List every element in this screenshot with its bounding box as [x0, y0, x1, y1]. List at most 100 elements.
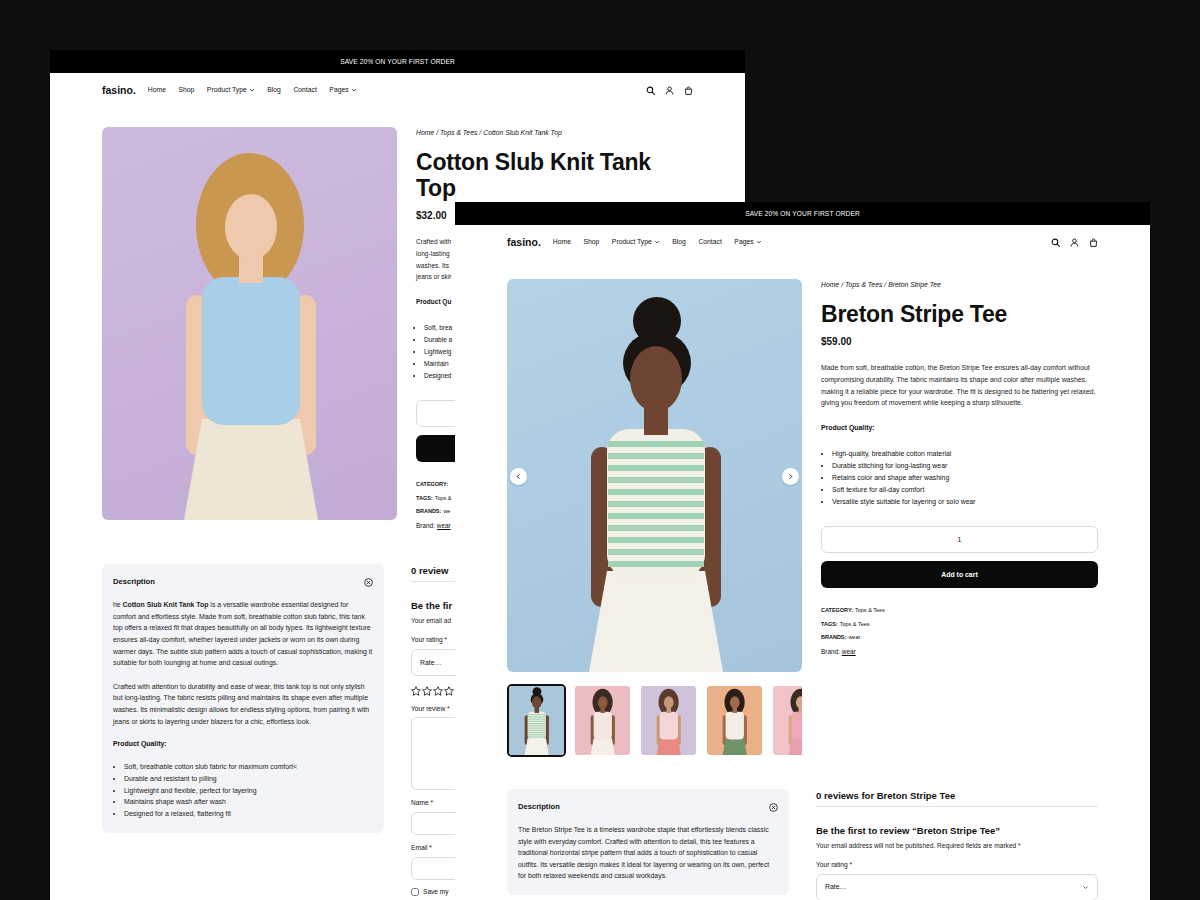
nav-link[interactable]: Blog: [672, 237, 686, 247]
nav-label: Shop: [178, 85, 194, 95]
announcement-bar: SAVE 20% ON YOUR FIRST ORDER: [455, 202, 1150, 225]
breadcrumb-link[interactable]: Home: [821, 281, 839, 288]
header-tools: [646, 86, 693, 95]
description-title: Description: [113, 576, 155, 588]
select-value: Rate…: [825, 882, 846, 892]
nav-label: Product Type: [207, 85, 247, 95]
user-icon[interactable]: [665, 86, 674, 95]
nav-label: Contact: [293, 85, 316, 95]
meta-label: TAGS:: [416, 495, 433, 501]
breadcrumb: Home/Tops & Tees/Breton Stripe Tee: [821, 279, 1098, 291]
quality-heading: Product Quality:: [821, 422, 1098, 434]
meta-value: Tops &: [435, 495, 452, 501]
close-icon[interactable]: [769, 803, 778, 812]
add-to-cart-button[interactable]: Add to cart: [821, 561, 1098, 588]
nav-label: Shop: [583, 237, 599, 247]
description-quality-item: Lightweight and flexible, perfect for la…: [124, 785, 373, 797]
rating-select[interactable]: Rate…: [816, 874, 1098, 900]
product-title: Breton Stripe Tee: [821, 301, 1098, 327]
meta-value: Tops & Tees: [855, 607, 885, 613]
close-icon[interactable]: [364, 578, 373, 587]
thumbnail[interactable]: [771, 684, 802, 757]
star-icon[interactable]: [433, 686, 443, 696]
star-icon[interactable]: [411, 686, 421, 696]
chevron-down-icon: [1082, 884, 1089, 891]
main-menu: Home Shop Product Type Blog Contact Pages: [553, 237, 762, 247]
search-icon[interactable]: [1051, 238, 1060, 247]
product-photo: [102, 127, 397, 520]
star-icon[interactable]: [444, 686, 454, 696]
meta-line: CATEGORY:Tops & Tees: [821, 604, 1098, 618]
nav-link[interactable]: Contact: [293, 85, 316, 95]
quality-item: Retains color and shape after washing: [832, 472, 1098, 484]
nav-link[interactable]: Shop: [178, 85, 194, 95]
user-icon[interactable]: [1070, 238, 1079, 247]
meta-label: TAGS:: [821, 621, 838, 627]
select-value: Rate…: [420, 658, 441, 668]
nav-link[interactable]: Shop: [583, 237, 599, 247]
nav-link[interactable]: Pages: [734, 237, 761, 247]
shopping-bag-icon[interactable]: [1089, 238, 1098, 247]
site-header: fasino. Home Shop Product Type Blog Contact Pa…: [455, 225, 1150, 259]
previous-image-button[interactable]: [510, 468, 527, 485]
header-tools: [1051, 238, 1098, 247]
logo[interactable]: fasino.: [102, 83, 136, 97]
reviews-heading: 0 reviews for Breton Stripe Tee: [816, 789, 1098, 807]
save-checkbox[interactable]: [411, 888, 419, 896]
summary-text: Made from soft, breathable cotton, the B…: [821, 362, 1098, 409]
description-text: is a versatile wardrobe essential design…: [113, 601, 372, 666]
nav-label: Home: [553, 237, 571, 247]
meta-label: Brand:: [416, 522, 435, 529]
thumbnail[interactable]: [639, 684, 698, 757]
nav-link[interactable]: Contact: [698, 237, 721, 247]
chevron-down-icon: [351, 87, 357, 93]
announcement-text: SAVE 20% ON YOUR FIRST ORDER: [745, 209, 860, 219]
nav-link[interactable]: Blog: [267, 85, 281, 95]
brand-link[interactable]: wear: [842, 648, 856, 655]
description-quality-item: Soft, breathable cotton slub fabric for …: [124, 761, 373, 773]
shopping-bag-icon[interactable]: [684, 86, 693, 95]
quantity-input[interactable]: [821, 526, 1098, 553]
breadcrumb-link[interactable]: Tops & Tees: [440, 129, 477, 136]
chevron-left-icon: [515, 473, 522, 480]
description-text: Crafted with attention to durability and…: [113, 683, 369, 725]
breadcrumb-link[interactable]: Home: [416, 129, 434, 136]
product-gallery: [507, 279, 802, 757]
nav-link[interactable]: Pages: [329, 85, 356, 95]
product-meta: CATEGORY:Tops & Tees TAGS: Tops & Tees BRAN…: [821, 604, 1098, 658]
search-icon[interactable]: [646, 86, 655, 95]
description-header: Description: [113, 576, 373, 588]
description-quality-item: Designed for a relaxed, flattering fit: [124, 808, 373, 820]
chevron-down-icon: [756, 239, 762, 245]
nav-label: Pages: [329, 85, 348, 95]
nav-link[interactable]: Product Type: [612, 237, 660, 247]
meta-label: CATEGORY:: [416, 481, 448, 487]
description-title: Description: [518, 801, 560, 813]
description-paragraph: he Cotton Slub Knit Tank Top is a versat…: [113, 599, 373, 669]
meta-line: BRANDS:wear: [821, 631, 1098, 645]
logo[interactable]: fasino.: [507, 235, 541, 249]
announcement-bar: SAVE 20% ON YOUR FIRST ORDER: [50, 50, 745, 73]
nav-link[interactable]: Home: [553, 237, 571, 247]
nav-label: Pages: [734, 237, 753, 247]
next-image-button[interactable]: [782, 468, 799, 485]
add-to-cart-label: Add to cart: [941, 570, 977, 580]
nav-label: Home: [148, 85, 166, 95]
meta-label: CATEGORY:: [821, 607, 853, 613]
breadcrumb-link[interactable]: Tops & Tees: [845, 281, 882, 288]
nav-link[interactable]: Home: [148, 85, 166, 95]
description-quality-heading: Product Quality:: [113, 738, 373, 750]
thumbnail[interactable]: [507, 684, 566, 757]
product-page-front: SAVE 20% ON YOUR FIRST ORDER fasino. Home S…: [455, 202, 1150, 900]
thumbnail[interactable]: [705, 684, 764, 757]
product-info: Home/Tops & Tees/Breton Stripe Tee Breton…: [821, 279, 1098, 658]
brand-link[interactable]: wear: [437, 522, 451, 529]
meta-label: BRANDS:: [416, 508, 441, 514]
thumbnail[interactable]: [573, 684, 632, 757]
review-form-note: Your email address will not be published…: [816, 841, 1098, 851]
nav-link[interactable]: Product Type: [207, 85, 255, 95]
review-form-title: Be the first to review “Breton Stripe Te…: [816, 824, 1098, 838]
star-icon[interactable]: [422, 686, 432, 696]
meta-line: Brand:wear: [821, 645, 1098, 659]
product-gallery: [102, 127, 397, 520]
